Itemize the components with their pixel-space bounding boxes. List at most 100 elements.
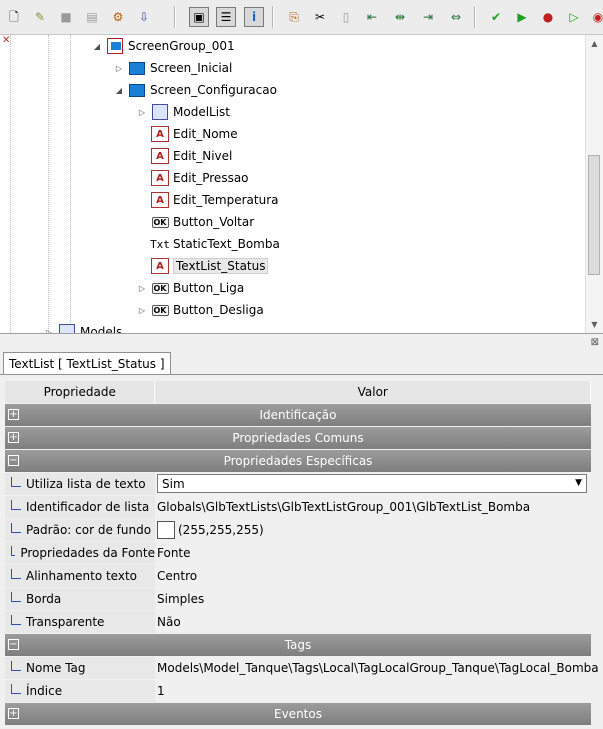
category-propriedades-especificas[interactable]: − Propriedades Específicas [5, 450, 591, 472]
property-row-cor-fundo[interactable]: Padrão: cor de fundo (255,255,255) [5, 519, 591, 541]
expand-icon[interactable]: ▷ [137, 108, 147, 117]
color-swatch[interactable] [157, 521, 175, 539]
scroll-thumb[interactable] [588, 155, 600, 275]
property-name: Padrão: cor de fundo [5, 519, 155, 541]
property-row-fonte[interactable]: Propriedades da Fonte Fonte [5, 542, 591, 564]
property-value[interactable]: Fonte [157, 542, 591, 564]
tree-item-button-voltar[interactable]: OK Button_Voltar [137, 211, 254, 233]
tree-item-models[interactable]: ▷ Models [44, 321, 122, 333]
property-value[interactable]: Centro [157, 565, 591, 587]
build-icon[interactable]: ✔ [486, 7, 506, 27]
category-identificacao[interactable]: + Identificação [5, 404, 591, 426]
tree-item-label: Edit_Pressao [173, 171, 249, 185]
tree-item-edit-pressao[interactable]: A Edit_Pressao [137, 167, 249, 189]
stop-icon[interactable]: ● [538, 7, 558, 27]
tree-item-button-desliga[interactable]: ▷ OK Button_Desliga [137, 299, 264, 321]
run-icon[interactable]: ▶ [512, 7, 532, 27]
download-icon[interactable]: ⇩ [134, 7, 154, 27]
tree-item-label: Screen_Inicial [150, 61, 233, 75]
collapse-icon[interactable]: − [8, 639, 19, 650]
tab-label: TextList [ TextList_Status ] [9, 357, 165, 371]
expand-icon[interactable]: ▷ [114, 64, 124, 73]
property-value[interactable]: Simples [157, 588, 591, 610]
edit-field-icon: A [151, 148, 169, 164]
expand-icon[interactable]: + [8, 409, 19, 420]
screen-view-icon[interactable]: ▣ [189, 7, 209, 27]
tree-branch-icon [11, 500, 21, 510]
list-view-icon[interactable]: ☰ [216, 7, 236, 27]
property-row-identificador-lista[interactable]: Identificador de lista Globals\GlbTextLi… [5, 496, 591, 518]
tree-item-screengroup-001[interactable]: ◢ ScreenGroup_001 [92, 35, 235, 57]
tree-branch-icon [11, 661, 21, 671]
property-row-nome-tag[interactable]: Nome Tag Models\Model_Tanque\Tags\Local\… [5, 657, 599, 679]
category-label: Propriedades Específicas [223, 454, 373, 468]
toolbar-separator [174, 6, 176, 28]
tree-guide-line [48, 35, 50, 333]
tree-item-label: Edit_Nome [173, 127, 238, 141]
expand-icon[interactable]: ▷ [137, 284, 147, 293]
category-propriedades-comuns[interactable]: + Propriedades Comuns [5, 427, 591, 449]
distribute-icon[interactable]: ⇔ [446, 7, 466, 27]
tree-item-label: StaticText_Bomba [173, 237, 280, 251]
property-row-alinhamento[interactable]: Alinhamento texto Centro [5, 565, 591, 587]
scroll-up-icon[interactable]: ▲ [586, 35, 603, 52]
text-list-icon: A [151, 258, 169, 274]
models-icon [58, 324, 76, 333]
property-value[interactable]: Globals\GlbTextLists\GlbTextListGroup_00… [157, 496, 591, 518]
property-row-borda[interactable]: Borda Simples [5, 588, 591, 610]
expand-icon[interactable]: ▷ [137, 306, 147, 315]
tree-item-edit-nome[interactable]: A Edit_Nome [137, 123, 238, 145]
property-row-transparente[interactable]: Transparente Não [5, 611, 591, 633]
network-icon[interactable]: ⚙ [108, 7, 128, 27]
tree-item-label: Screen_Configuracao [150, 83, 277, 97]
copy-icon[interactable]: ⎘ [284, 7, 304, 27]
collapse-icon[interactable]: ◢ [114, 86, 124, 95]
property-value[interactable]: (255,255,255) [157, 519, 591, 541]
scroll-down-icon[interactable]: ▼ [586, 316, 603, 333]
property-row-indice[interactable]: Índice 1 [5, 680, 591, 702]
category-eventos[interactable]: + Eventos [5, 703, 591, 725]
tree-item-edit-temperatura[interactable]: A Edit_Temperatura [137, 189, 279, 211]
property-value[interactable]: Models\Model_Tanque\Tags\Local\TagLocalG… [157, 657, 599, 679]
tree-item-screen-inicial[interactable]: ▷ Screen_Inicial [114, 57, 232, 79]
tree-item-statictext-bomba[interactable]: Txt StaticText_Bomba [137, 233, 280, 255]
property-value[interactable]: Sim ▼ [157, 473, 591, 495]
tree-item-button-liga[interactable]: ▷ OK Button_Liga [137, 277, 244, 299]
tree-item-screen-configuracao[interactable]: ◢ Screen_Configuracao [114, 79, 277, 101]
collapse-icon[interactable]: − [8, 455, 19, 466]
tree-item-label-selected: TextList_Status [173, 258, 269, 274]
collapse-icon[interactable]: ◢ [92, 42, 102, 51]
tree-item-label: Edit_Temperatura [173, 193, 279, 207]
new-file-icon[interactable]: 🗋 [4, 7, 24, 27]
chevron-down-icon[interactable]: ▼ [575, 478, 582, 488]
align-center-icon[interactable]: ⇹ [390, 7, 410, 27]
cut-icon[interactable]: ✂ [310, 7, 330, 27]
align-right-icon[interactable]: ⇥ [418, 7, 438, 27]
simulate-stop-icon[interactable]: ◉ [588, 7, 603, 27]
close-icon[interactable]: ⊠ [591, 337, 599, 348]
category-label: Eventos [274, 707, 322, 721]
tree-item-modellist[interactable]: ▷ ModelList [137, 101, 230, 123]
utiliza-lista-dropdown[interactable]: Sim ▼ [157, 474, 587, 493]
property-value[interactable]: Não [157, 611, 591, 633]
tree-scrollbar[interactable]: ▲ ▼ [585, 35, 603, 333]
property-row-utiliza-lista[interactable]: Utiliza lista de texto Sim ▼ [5, 473, 591, 495]
tree-item-textlist-status[interactable]: A TextList_Status [137, 255, 269, 277]
tree-item-label: ScreenGroup_001 [128, 39, 235, 53]
property-value[interactable]: 1 [157, 680, 591, 702]
category-tags[interactable]: − Tags [5, 634, 591, 656]
button-ok-icon: OK [151, 304, 169, 316]
expand-icon[interactable]: + [8, 432, 19, 443]
info-icon[interactable]: i [244, 7, 264, 27]
tab-textlist-status[interactable]: TextList [ TextList_Status ] [3, 352, 171, 375]
tree-item-edit-nivel[interactable]: A Edit_Nivel [137, 145, 232, 167]
simulate-icon[interactable]: ▷ [564, 7, 584, 27]
project-tree[interactable]: ✕ ◢ ScreenGroup_001 ▷ Screen_Inicial ◢ S… [0, 35, 603, 334]
save-icon[interactable]: ▤ [82, 7, 102, 27]
open-folder-icon[interactable]: ✎ [30, 7, 50, 27]
property-name: Nome Tag [5, 657, 155, 679]
expand-icon[interactable]: + [8, 708, 19, 719]
edit-field-icon: A [151, 126, 169, 142]
panel-splitter[interactable] [0, 334, 603, 350]
align-left-icon[interactable]: ⇤ [362, 7, 382, 27]
